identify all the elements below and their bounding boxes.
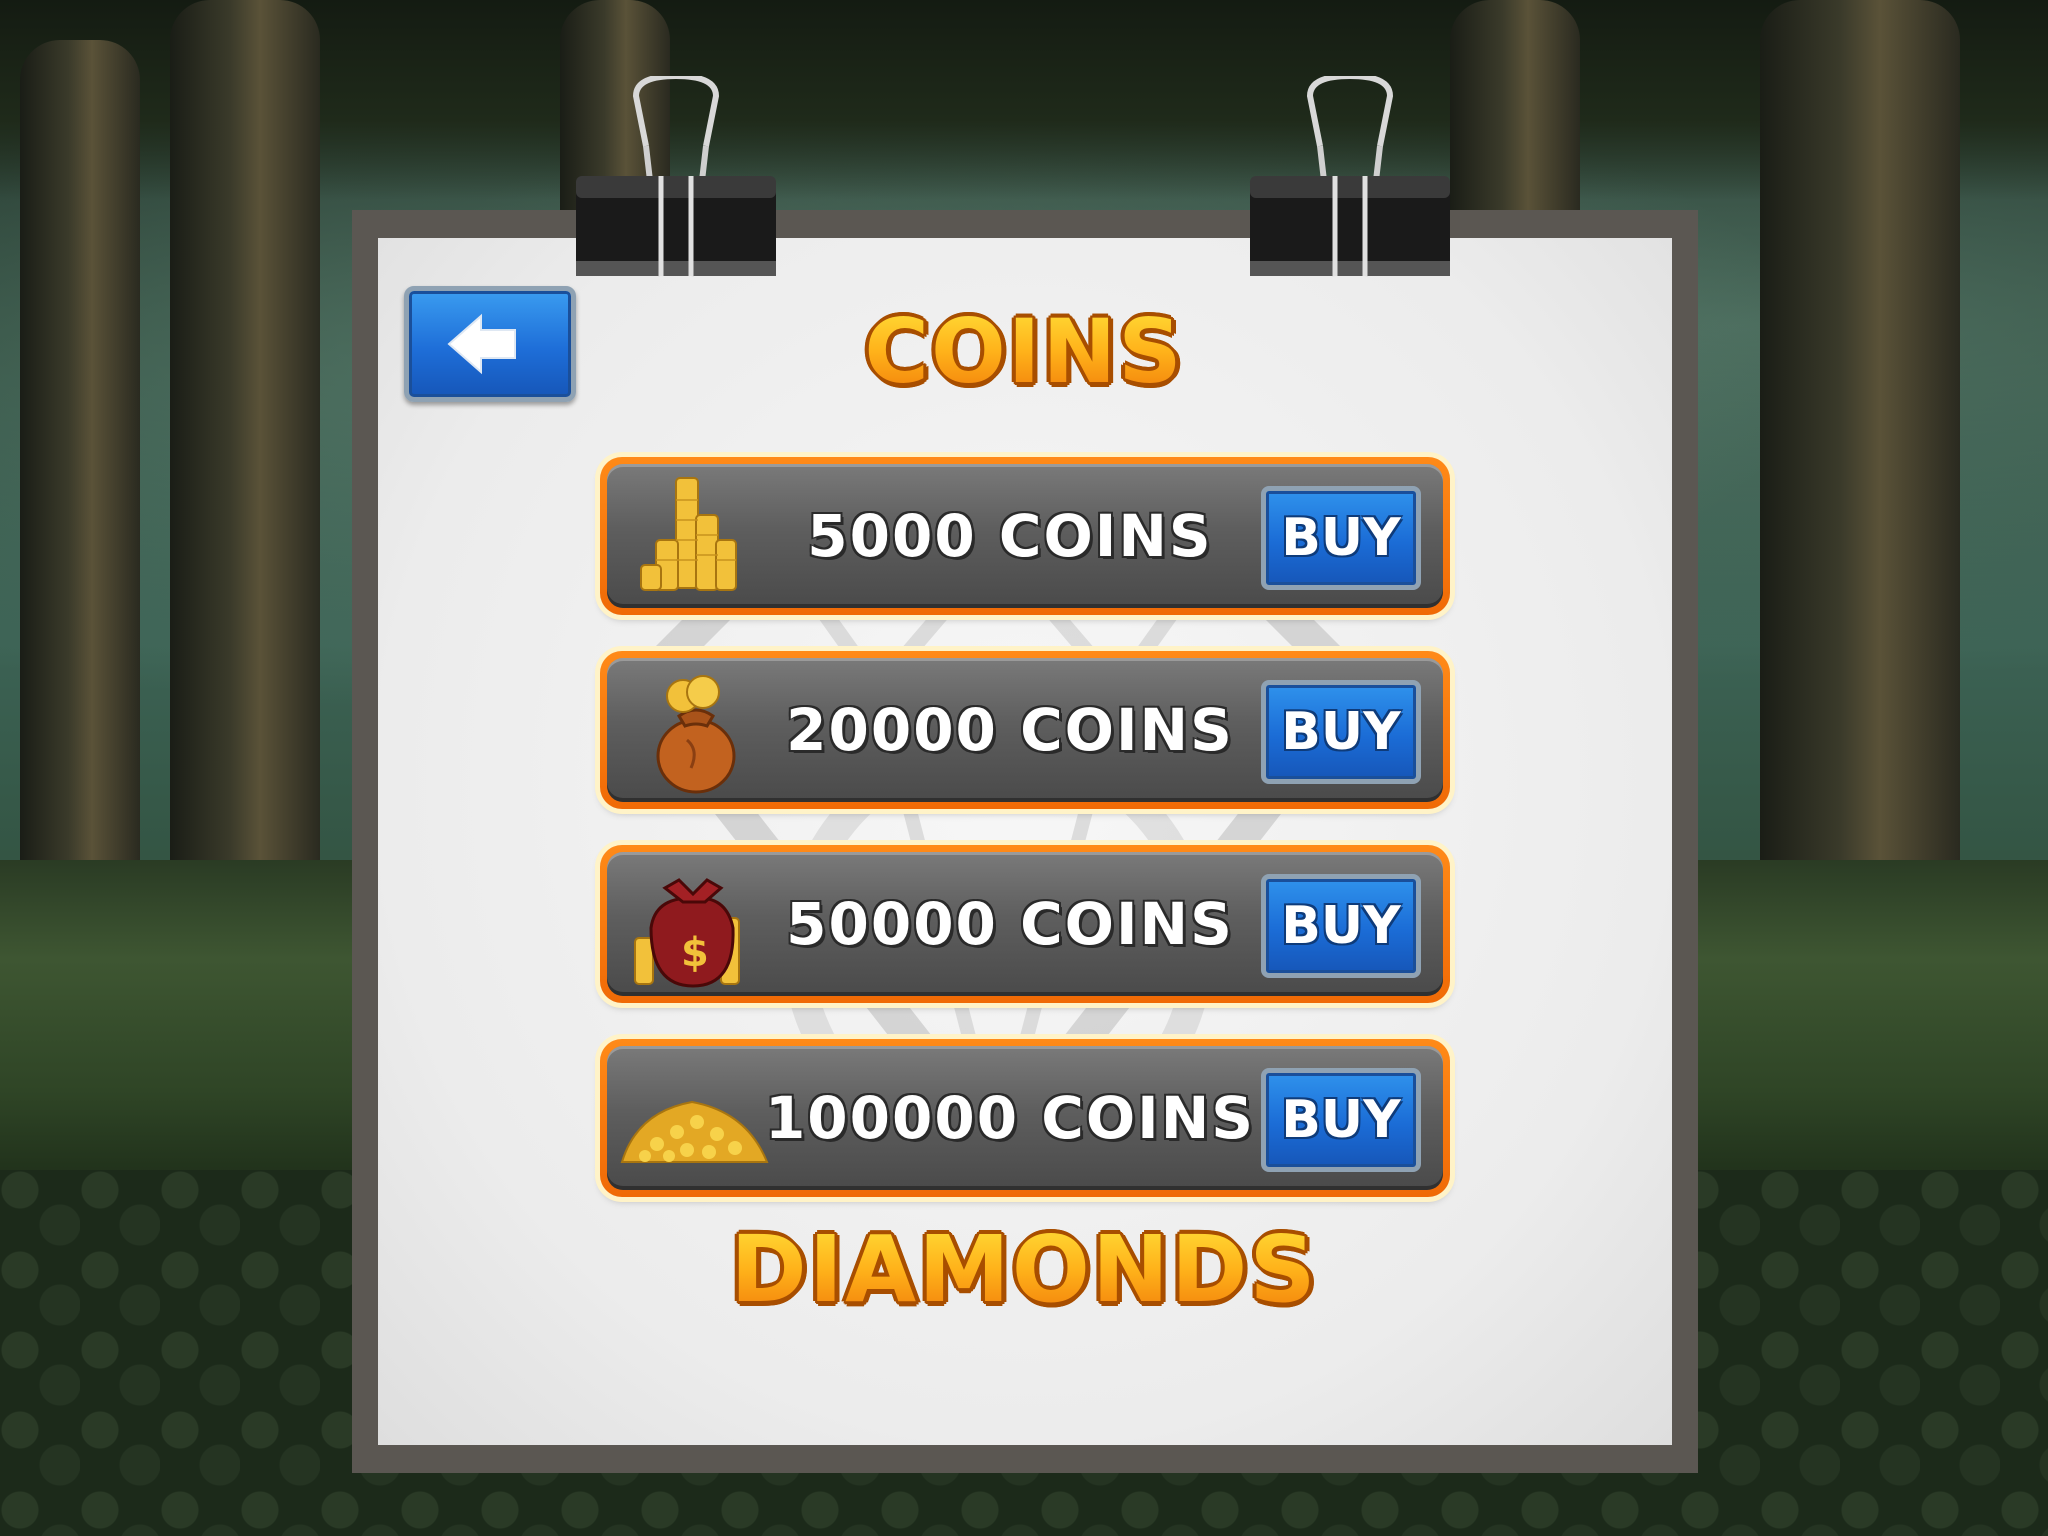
coin-stacks-icon <box>640 477 737 591</box>
offer-row-20000-coins: 20000 COINS BUY <box>600 651 1450 809</box>
buy-button[interactable]: BUY <box>1261 874 1421 978</box>
offer-label: 5000 COINS <box>807 502 1213 570</box>
binder-clip-icon <box>1250 76 1450 277</box>
coins-section-title: COINS <box>0 300 2048 403</box>
coin-sack-icon <box>656 675 736 794</box>
binder-clip-icon <box>576 76 776 277</box>
offer-label: 20000 COINS <box>786 696 1234 764</box>
offer-row-100000-coins: 100000 COINS BUY <box>600 1039 1450 1197</box>
svg-text:$: $ <box>681 930 709 976</box>
offer-row-50000-coins: $ 50000 COINS BUY <box>600 845 1450 1003</box>
buy-button[interactable]: BUY <box>1261 486 1421 590</box>
buy-button[interactable]: BUY <box>1261 1068 1421 1172</box>
offer-row-body: 100000 COINS BUY <box>607 1046 1443 1190</box>
offer-label: 50000 COINS <box>786 890 1234 958</box>
offer-label: 100000 COINS <box>764 1084 1256 1152</box>
offer-row-body: 20000 COINS BUY <box>607 658 1443 802</box>
coin-pile-icon <box>620 1100 769 1163</box>
offer-row-5000-coins: 5000 COINS BUY <box>600 457 1450 615</box>
background-tree-trunk <box>1760 0 1960 960</box>
background-tree-trunk <box>170 0 320 950</box>
offer-row-body: 5000 COINS BUY <box>607 464 1443 608</box>
diamonds-section-title[interactable]: DIAMONDS <box>0 1216 2048 1323</box>
offer-row-body: $ 50000 COINS BUY <box>607 852 1443 996</box>
game-scene: COINS 5000 COINS BUY 20000 COINS BUY $ 5… <box>0 0 2048 1536</box>
buy-button[interactable]: BUY <box>1261 680 1421 784</box>
background-tree-trunk <box>20 40 140 940</box>
money-bag-icon: $ <box>634 878 740 988</box>
